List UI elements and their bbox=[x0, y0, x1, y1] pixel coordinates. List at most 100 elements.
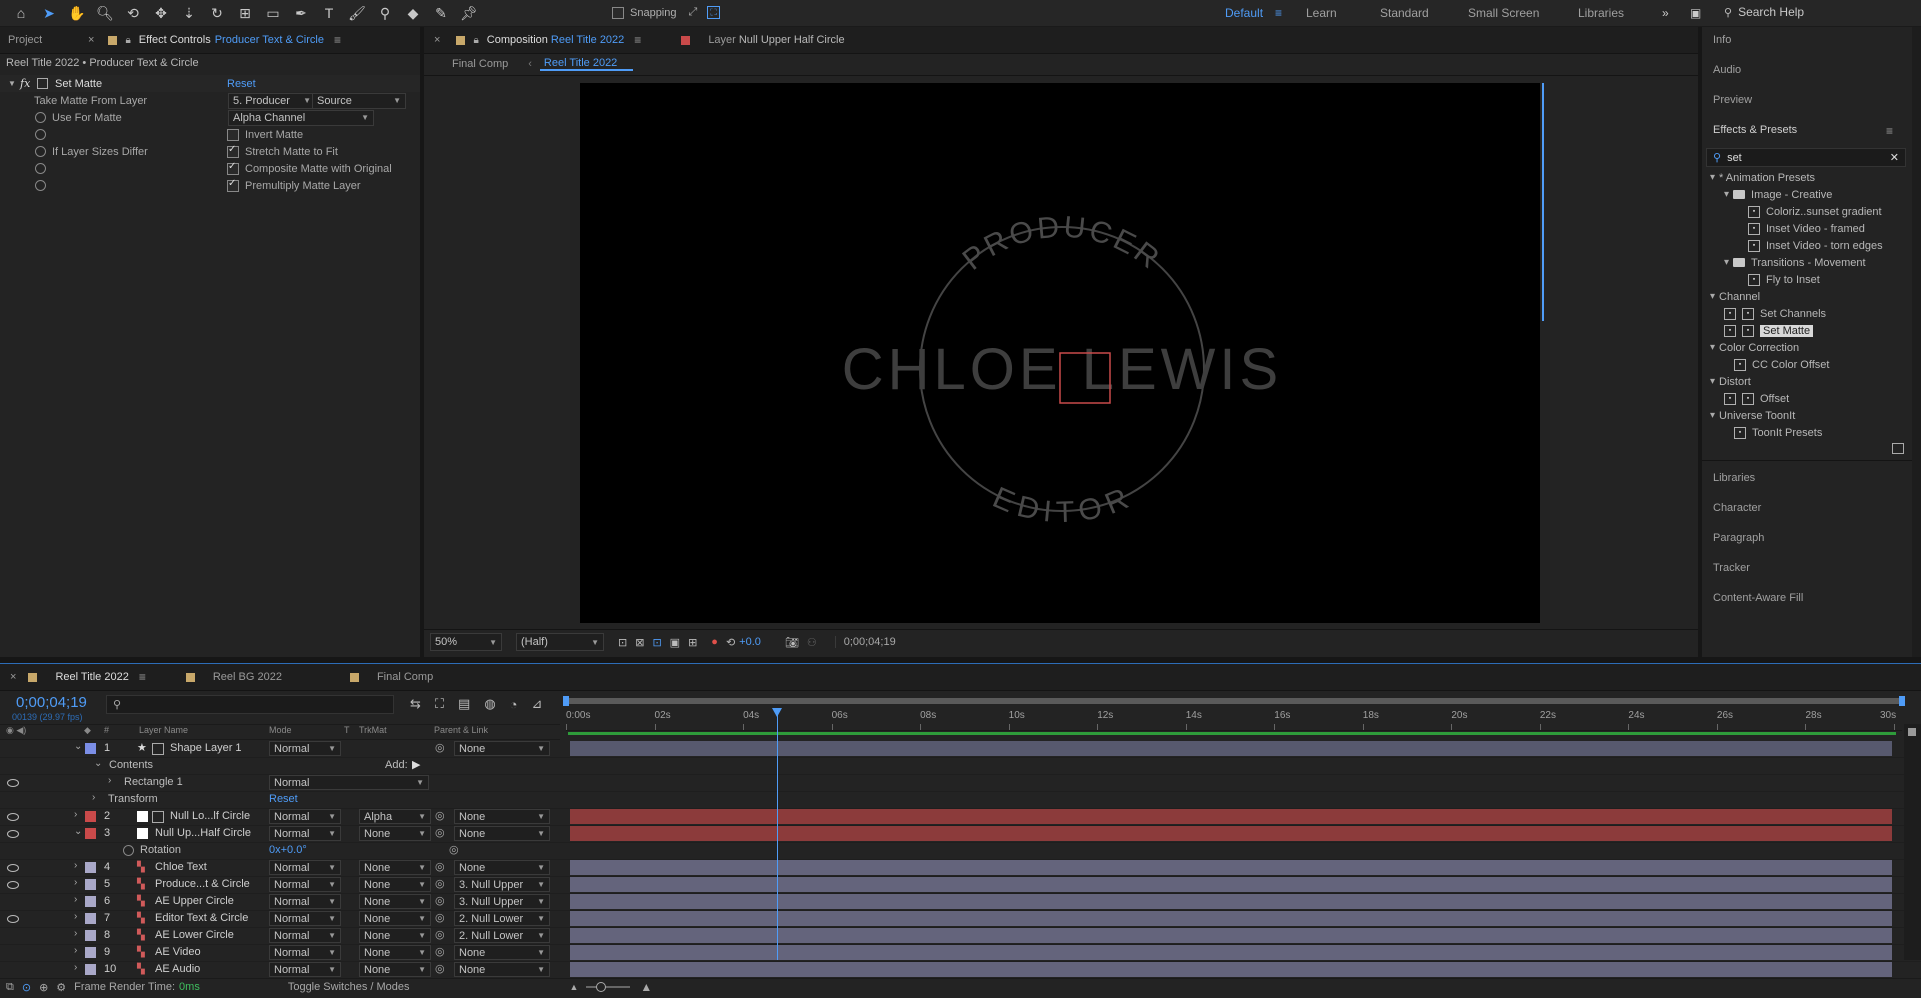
exposure-value[interactable]: +0.0 bbox=[739, 636, 761, 648]
character-panel-tab[interactable]: Character bbox=[1713, 502, 1761, 514]
transfer-controls-icon[interactable]: ⊙ bbox=[22, 981, 31, 994]
stopwatch-icon[interactable] bbox=[35, 112, 46, 123]
layer-duration-bar[interactable] bbox=[570, 809, 1892, 824]
expand-chevron-icon[interactable]: ▾ bbox=[1724, 189, 1729, 200]
pick-whip-icon[interactable]: ◎ bbox=[435, 962, 445, 975]
eraser-tool-icon[interactable]: ◆ bbox=[402, 2, 424, 24]
type-tool-icon[interactable]: T bbox=[318, 2, 340, 24]
mask-path-icon[interactable]: ⊡ bbox=[652, 636, 661, 649]
column-mode[interactable]: Mode bbox=[269, 725, 292, 735]
expand-chevron-icon[interactable]: ▾ bbox=[1710, 376, 1715, 387]
zoom-in-icon[interactable]: ▲ bbox=[640, 980, 652, 994]
layer-parent-dropdown[interactable]: None ▼ bbox=[454, 826, 550, 841]
column-layer-name[interactable]: Layer Name bbox=[139, 725, 188, 735]
layer-parent-dropdown[interactable]: None ▼ bbox=[454, 809, 550, 824]
layer-trkmat-dropdown[interactable]: None ▼ bbox=[359, 945, 431, 960]
work-area-bar[interactable] bbox=[563, 694, 1905, 708]
lock-icon[interactable] bbox=[108, 35, 118, 45]
effects-tree-item[interactable]: ▪ ToonIt Presets bbox=[1724, 424, 1822, 441]
snapping-toggle[interactable]: Snapping ⤢ ⛶ bbox=[612, 6, 720, 19]
effects-tree-item[interactable]: ▪ Coloriz..sunset gradient bbox=[1738, 203, 1882, 220]
layer-duration-bar[interactable] bbox=[570, 860, 1892, 875]
stopwatch-icon[interactable] bbox=[35, 129, 46, 140]
search-help-input[interactable]: Search Help bbox=[1738, 5, 1804, 19]
effects-search-input[interactable]: set bbox=[1727, 152, 1742, 164]
layer-parent-dropdown[interactable]: 3. Null Upper ▼ bbox=[454, 877, 550, 892]
stopwatch-icon[interactable] bbox=[123, 845, 134, 856]
fast-preview-icon[interactable]: ⊡ bbox=[618, 636, 627, 649]
effects-tree-item[interactable]: ▾ Universe ToonIt bbox=[1710, 407, 1795, 424]
expand-chevron-icon[interactable]: › bbox=[74, 877, 77, 888]
label-color-swatch[interactable] bbox=[85, 743, 96, 754]
expand-chevron-icon[interactable]: › bbox=[74, 809, 77, 820]
contents-group-label[interactable]: Contents bbox=[109, 759, 153, 771]
show-snapshot-icon[interactable]: ⚇ bbox=[807, 636, 817, 649]
composition-canvas[interactable]: PRODUCER EDITOR CHLOE LEWIS bbox=[580, 83, 1540, 623]
expand-chevron-icon[interactable]: › bbox=[74, 860, 77, 871]
expand-chevron-icon[interactable]: ⌄ bbox=[74, 826, 82, 837]
expand-chevron-icon[interactable]: › bbox=[74, 894, 77, 905]
orbit-tool-icon[interactable]: ⟲ bbox=[122, 2, 144, 24]
expand-chevron-icon[interactable]: ▼ bbox=[8, 79, 16, 88]
effects-tree-item[interactable]: ▪ ▪ Offset bbox=[1724, 390, 1789, 407]
eye-icon[interactable] bbox=[7, 881, 19, 889]
layer-name[interactable]: AE Lower Circle bbox=[155, 929, 234, 941]
fx-icon[interactable]: fx bbox=[20, 77, 30, 90]
pick-whip-icon[interactable]: ◎ bbox=[435, 826, 445, 839]
eye-icon[interactable] bbox=[7, 830, 19, 838]
clone-stamp-tool-icon[interactable]: ⚲ bbox=[374, 2, 396, 24]
layer-duration-bar[interactable] bbox=[570, 911, 1892, 926]
dolly-tool-icon[interactable]: ⇣ bbox=[178, 2, 200, 24]
layer-trkmat-dropdown[interactable]: None ▼ bbox=[359, 928, 431, 943]
eye-icon[interactable] bbox=[7, 864, 19, 872]
toggle-switches-modes[interactable]: Toggle Switches / Modes bbox=[288, 981, 410, 993]
workspace-learn[interactable]: Learn bbox=[1306, 6, 1337, 20]
layer-name[interactable]: Shape Layer 1 bbox=[170, 742, 242, 754]
content-aware-fill-tab[interactable]: Content-Aware Fill bbox=[1713, 592, 1803, 604]
layer-duration-bar[interactable] bbox=[570, 928, 1892, 943]
layer-duration-bar[interactable] bbox=[570, 877, 1892, 892]
use-for-matte-dropdown[interactable]: Alpha Channel ▼ bbox=[228, 109, 374, 126]
expand-chevron-icon[interactable]: ▾ bbox=[1710, 291, 1715, 302]
pick-whip-icon[interactable]: ◎ bbox=[435, 894, 445, 907]
zoom-dropdown[interactable]: 50% ▼ bbox=[430, 633, 502, 651]
layer-parent-dropdown[interactable]: 2. Null Lower ▼ bbox=[454, 928, 550, 943]
rotate-tool-icon[interactable]: ↻ bbox=[206, 2, 228, 24]
stopwatch-icon[interactable] bbox=[35, 180, 46, 191]
effects-tree-item[interactable]: ▪ Inset Video - torn edges bbox=[1738, 237, 1883, 254]
workspace-libraries[interactable]: Libraries bbox=[1578, 6, 1624, 20]
zoom-tool-icon[interactable]: 🔍︎ bbox=[94, 2, 116, 24]
invert-matte-box[interactable] bbox=[227, 128, 239, 141]
layer-trkmat-dropdown[interactable]: Alpha ▼ bbox=[359, 809, 431, 824]
layer-search[interactable]: ⚲ bbox=[106, 695, 394, 714]
workspace-small-screen[interactable]: Small Screen bbox=[1468, 6, 1539, 20]
layer-mode-dropdown[interactable]: Normal ▼ bbox=[269, 860, 341, 875]
label-color-swatch[interactable] bbox=[85, 828, 96, 839]
libraries-panel-tab[interactable]: Libraries bbox=[1713, 472, 1755, 484]
label-color-swatch[interactable] bbox=[85, 811, 96, 822]
av-features-icon[interactable]: ◉ ◀) bbox=[6, 725, 26, 736]
new-bin-icon[interactable] bbox=[1892, 443, 1904, 454]
workspace-menu-icon[interactable]: ≡ bbox=[1275, 6, 1282, 20]
layer-trkmat-dropdown[interactable]: None ▼ bbox=[359, 826, 431, 841]
workspace-standard[interactable]: Standard bbox=[1380, 6, 1429, 20]
composite-matte-box[interactable] bbox=[227, 161, 239, 175]
rectangle-tool-icon[interactable]: ▭ bbox=[262, 2, 284, 24]
panel-layout-icon[interactable]: ▣ bbox=[1690, 6, 1701, 20]
layer-name[interactable]: AE Video bbox=[155, 946, 201, 958]
stopwatch-icon[interactable] bbox=[35, 146, 46, 157]
expand-chevron-icon[interactable]: ▾ bbox=[1710, 410, 1715, 421]
pick-whip-icon[interactable]: ◎ bbox=[435, 741, 445, 754]
playhead-handle[interactable] bbox=[771, 708, 782, 717]
tab-layer-name[interactable]: Null Upper Half Circle bbox=[739, 34, 845, 46]
effects-tree-item[interactable]: ▪ CC Color Offset bbox=[1724, 356, 1829, 373]
hand-tool-icon[interactable]: ✋ bbox=[66, 2, 88, 24]
pick-whip-icon[interactable]: ◎ bbox=[435, 809, 445, 822]
snapping-grid-icon[interactable]: ⛶ bbox=[707, 6, 720, 19]
effects-search[interactable]: ⚲ set ✕ bbox=[1706, 148, 1906, 167]
take-matte-source-dropdown[interactable]: Source ▼ bbox=[312, 92, 406, 109]
search-help[interactable]: ⚲ Search Help bbox=[1724, 5, 1804, 19]
snapping-options-icon[interactable]: ⤢ bbox=[689, 6, 698, 19]
layer-mode-dropdown[interactable]: Normal ▼ bbox=[269, 911, 341, 926]
layer-parent-dropdown[interactable]: None ▼ bbox=[454, 962, 550, 977]
